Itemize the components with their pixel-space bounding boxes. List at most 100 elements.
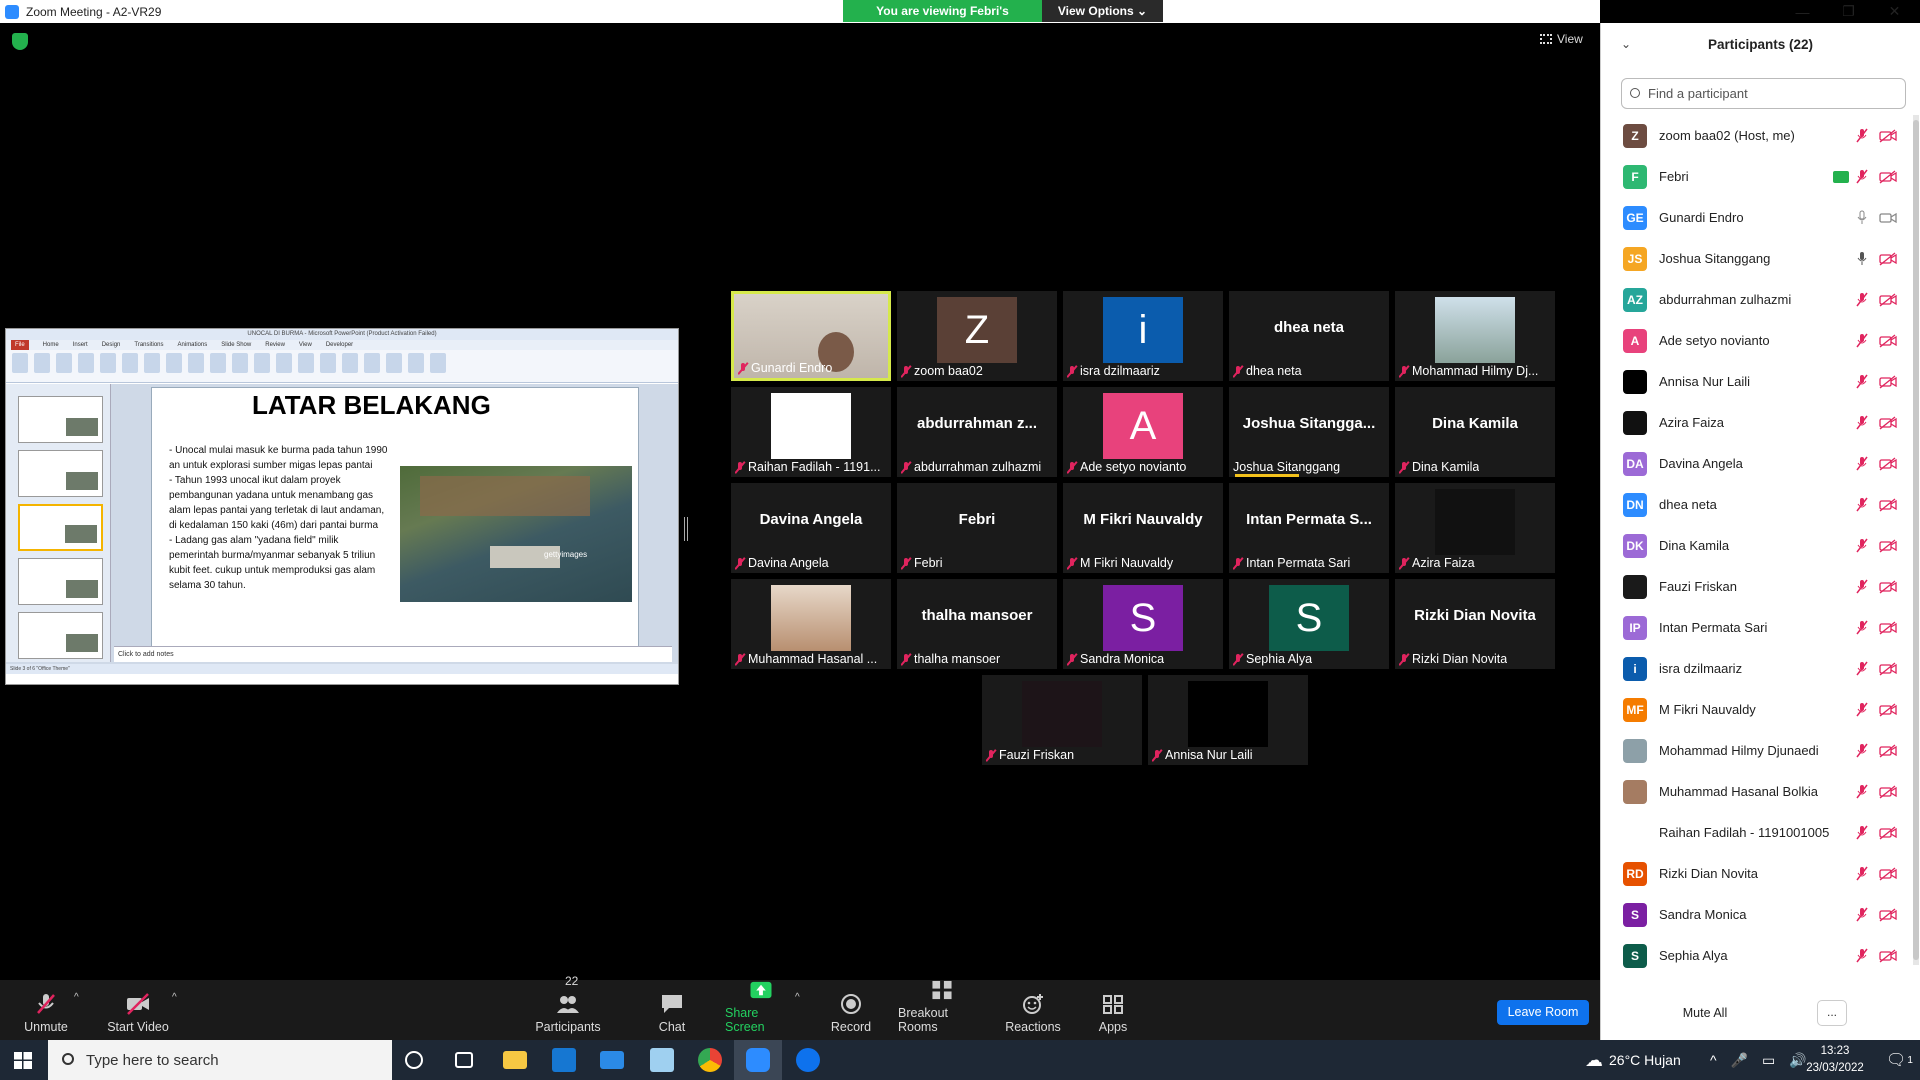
participant-tile[interactable]: thalha mansoer thalha mansoer xyxy=(897,579,1057,669)
mic-muted-icon[interactable] xyxy=(1856,415,1868,430)
video-off-icon[interactable] xyxy=(1879,702,1897,717)
mic-muted-icon[interactable] xyxy=(1856,702,1868,717)
participant-row[interactable]: Raihan Fadilah - 1191001005 xyxy=(1601,812,1915,853)
mute-all-button[interactable]: Mute All xyxy=(1665,1000,1745,1026)
apps-button[interactable]: Apps xyxy=(1098,980,1128,1040)
start-video-button[interactable]: Start Video xyxy=(105,980,171,1040)
video-off-icon[interactable] xyxy=(1879,825,1897,840)
teamviewer-icon[interactable] xyxy=(796,1048,820,1072)
participant-row[interactable]: DA Davina Angela xyxy=(1601,443,1915,484)
mic-icon[interactable] xyxy=(1856,210,1868,225)
tray-chevron-icon[interactable]: ^ xyxy=(1710,1052,1717,1068)
participant-row[interactable]: i isra dzilmaariz xyxy=(1601,648,1915,689)
video-off-icon[interactable] xyxy=(1879,661,1897,676)
network-icon[interactable]: ▭ xyxy=(1762,1052,1775,1069)
participant-tile[interactable]: Dina Kamila Dina Kamila xyxy=(1395,387,1555,477)
video-off-icon[interactable] xyxy=(1879,251,1897,266)
participant-row[interactable]: IP Intan Permata Sari xyxy=(1601,607,1915,648)
video-off-icon[interactable] xyxy=(1879,907,1897,922)
video-icon[interactable] xyxy=(1879,211,1897,225)
participant-row[interactable]: S Sephia Alya xyxy=(1601,935,1915,976)
mic-muted-icon[interactable] xyxy=(1856,784,1868,799)
video-off-icon[interactable] xyxy=(1879,948,1897,963)
participant-tile[interactable]: Annisa Nur Laili xyxy=(1148,675,1308,765)
participant-tile[interactable]: Rizki Dian Novita Rizki Dian Novita xyxy=(1395,579,1555,669)
video-off-icon[interactable] xyxy=(1879,128,1897,143)
encryption-shield-icon[interactable] xyxy=(12,33,28,50)
participant-tile[interactable]: Zzoom baa02 xyxy=(897,291,1057,381)
participant-tile[interactable]: Fauzi Friskan xyxy=(982,675,1142,765)
view-button[interactable]: View xyxy=(1540,32,1583,46)
mic-icon[interactable] xyxy=(1856,251,1868,266)
mic-muted-icon[interactable] xyxy=(1856,169,1868,184)
video-off-icon[interactable] xyxy=(1879,579,1897,594)
participant-tile[interactable]: abdurrahman z... abdurrahman zulhazmi xyxy=(897,387,1057,477)
participant-tile[interactable]: dhea neta dhea neta xyxy=(1229,291,1389,381)
participant-tile[interactable]: S Sandra Monica xyxy=(1063,579,1223,669)
video-off-icon[interactable] xyxy=(1879,456,1897,471)
participant-row[interactable]: DN dhea neta xyxy=(1601,484,1915,525)
mail-icon[interactable] xyxy=(600,1051,624,1069)
mic-muted-icon[interactable] xyxy=(1856,579,1868,594)
taskbar-search-input[interactable]: Type here to search xyxy=(48,1040,392,1080)
video-off-icon[interactable] xyxy=(1879,866,1897,881)
participant-tile[interactable]: Gunardi Endro xyxy=(731,291,891,381)
participant-row[interactable]: GE Gunardi Endro xyxy=(1601,197,1915,238)
participant-tile[interactable]: Intan Permata S... Intan Permata Sari xyxy=(1229,483,1389,573)
mic-muted-icon[interactable] xyxy=(1856,661,1868,676)
participant-row[interactable]: DK Dina Kamila xyxy=(1601,525,1915,566)
zoom-taskbar-icon[interactable] xyxy=(746,1048,770,1072)
mic-muted-icon[interactable] xyxy=(1856,333,1868,348)
view-options-button[interactable]: View Options ⌄ xyxy=(1042,0,1163,22)
more-options-button[interactable]: ... xyxy=(1817,1000,1847,1026)
chat-button[interactable]: Chat xyxy=(655,980,689,1040)
mic-muted-icon[interactable] xyxy=(1856,374,1868,389)
participant-tile[interactable]: Joshua Sitangga... Joshua Sitanggang xyxy=(1229,387,1389,477)
participant-row[interactable]: RD Rizki Dian Novita xyxy=(1601,853,1915,894)
participant-row[interactable]: Fauzi Friskan xyxy=(1601,566,1915,607)
share-screen-button[interactable]: Share Screen xyxy=(725,980,797,1040)
unmute-button[interactable]: Unmute xyxy=(20,980,72,1040)
share-options-caret[interactable]: ^ xyxy=(795,992,800,1003)
app-icon[interactable] xyxy=(650,1048,674,1072)
participant-tile[interactable]: M Fikri Nauvaldy M Fikri Nauvaldy xyxy=(1063,483,1223,573)
record-button[interactable]: Record xyxy=(830,980,872,1040)
video-off-icon[interactable] xyxy=(1879,620,1897,635)
participant-row[interactable]: JS Joshua Sitanggang xyxy=(1601,238,1915,279)
participant-tile[interactable]: Mohammad Hilmy Dj... xyxy=(1395,291,1555,381)
reactions-button[interactable]: Reactions xyxy=(1005,980,1061,1040)
mic-muted-icon[interactable] xyxy=(1856,948,1868,963)
participant-tile[interactable]: i isra dzilmaariz xyxy=(1063,291,1223,381)
restore-button[interactable]: ❐ xyxy=(1826,0,1871,23)
close-button[interactable]: ✕ xyxy=(1872,0,1917,23)
mic-muted-icon[interactable] xyxy=(1856,128,1868,143)
chrome-icon[interactable] xyxy=(698,1048,722,1072)
audio-options-caret[interactable]: ^ xyxy=(74,992,79,1003)
participant-row[interactable]: Mohammad Hilmy Djunaedi xyxy=(1601,730,1915,771)
cortana-icon[interactable] xyxy=(405,1051,423,1069)
participants-button[interactable]: 22 Participants xyxy=(535,974,601,1040)
share-resize-handle[interactable] xyxy=(684,517,688,541)
mic-muted-icon[interactable] xyxy=(1856,292,1868,307)
mic-muted-icon[interactable] xyxy=(1856,825,1868,840)
participant-row[interactable]: Annisa Nur Laili xyxy=(1601,361,1915,402)
video-off-icon[interactable] xyxy=(1879,415,1897,430)
video-off-icon[interactable] xyxy=(1879,784,1897,799)
video-off-icon[interactable] xyxy=(1879,169,1897,184)
participant-row[interactable]: S Sandra Monica xyxy=(1601,894,1915,935)
participant-row[interactable]: AZ abdurrahman zulhazmi xyxy=(1601,279,1915,320)
notification-center-icon[interactable]: 🗨 1 xyxy=(1886,1040,1913,1080)
participant-row[interactable]: MF M Fikri Nauvaldy xyxy=(1601,689,1915,730)
weather-widget[interactable]: ☁ 26°C Hujan xyxy=(1585,1040,1681,1080)
task-view-icon[interactable] xyxy=(455,1052,473,1068)
participant-row[interactable]: Muhammad Hasanal Bolkia xyxy=(1601,771,1915,812)
participant-row[interactable]: Azira Faiza xyxy=(1601,402,1915,443)
participant-search-input[interactable]: Find a participant xyxy=(1621,78,1906,109)
participant-tile[interactable]: Raihan Fadilah - 1191... xyxy=(731,387,891,477)
mic-muted-icon[interactable] xyxy=(1856,743,1868,758)
minimize-button[interactable]: — xyxy=(1780,0,1825,23)
participant-tile[interactable]: Febri Febri xyxy=(897,483,1057,573)
leave-room-button[interactable]: Leave Room xyxy=(1497,1000,1589,1025)
mic-muted-icon[interactable] xyxy=(1856,538,1868,553)
participant-tile[interactable]: S Sephia Alya xyxy=(1229,579,1389,669)
